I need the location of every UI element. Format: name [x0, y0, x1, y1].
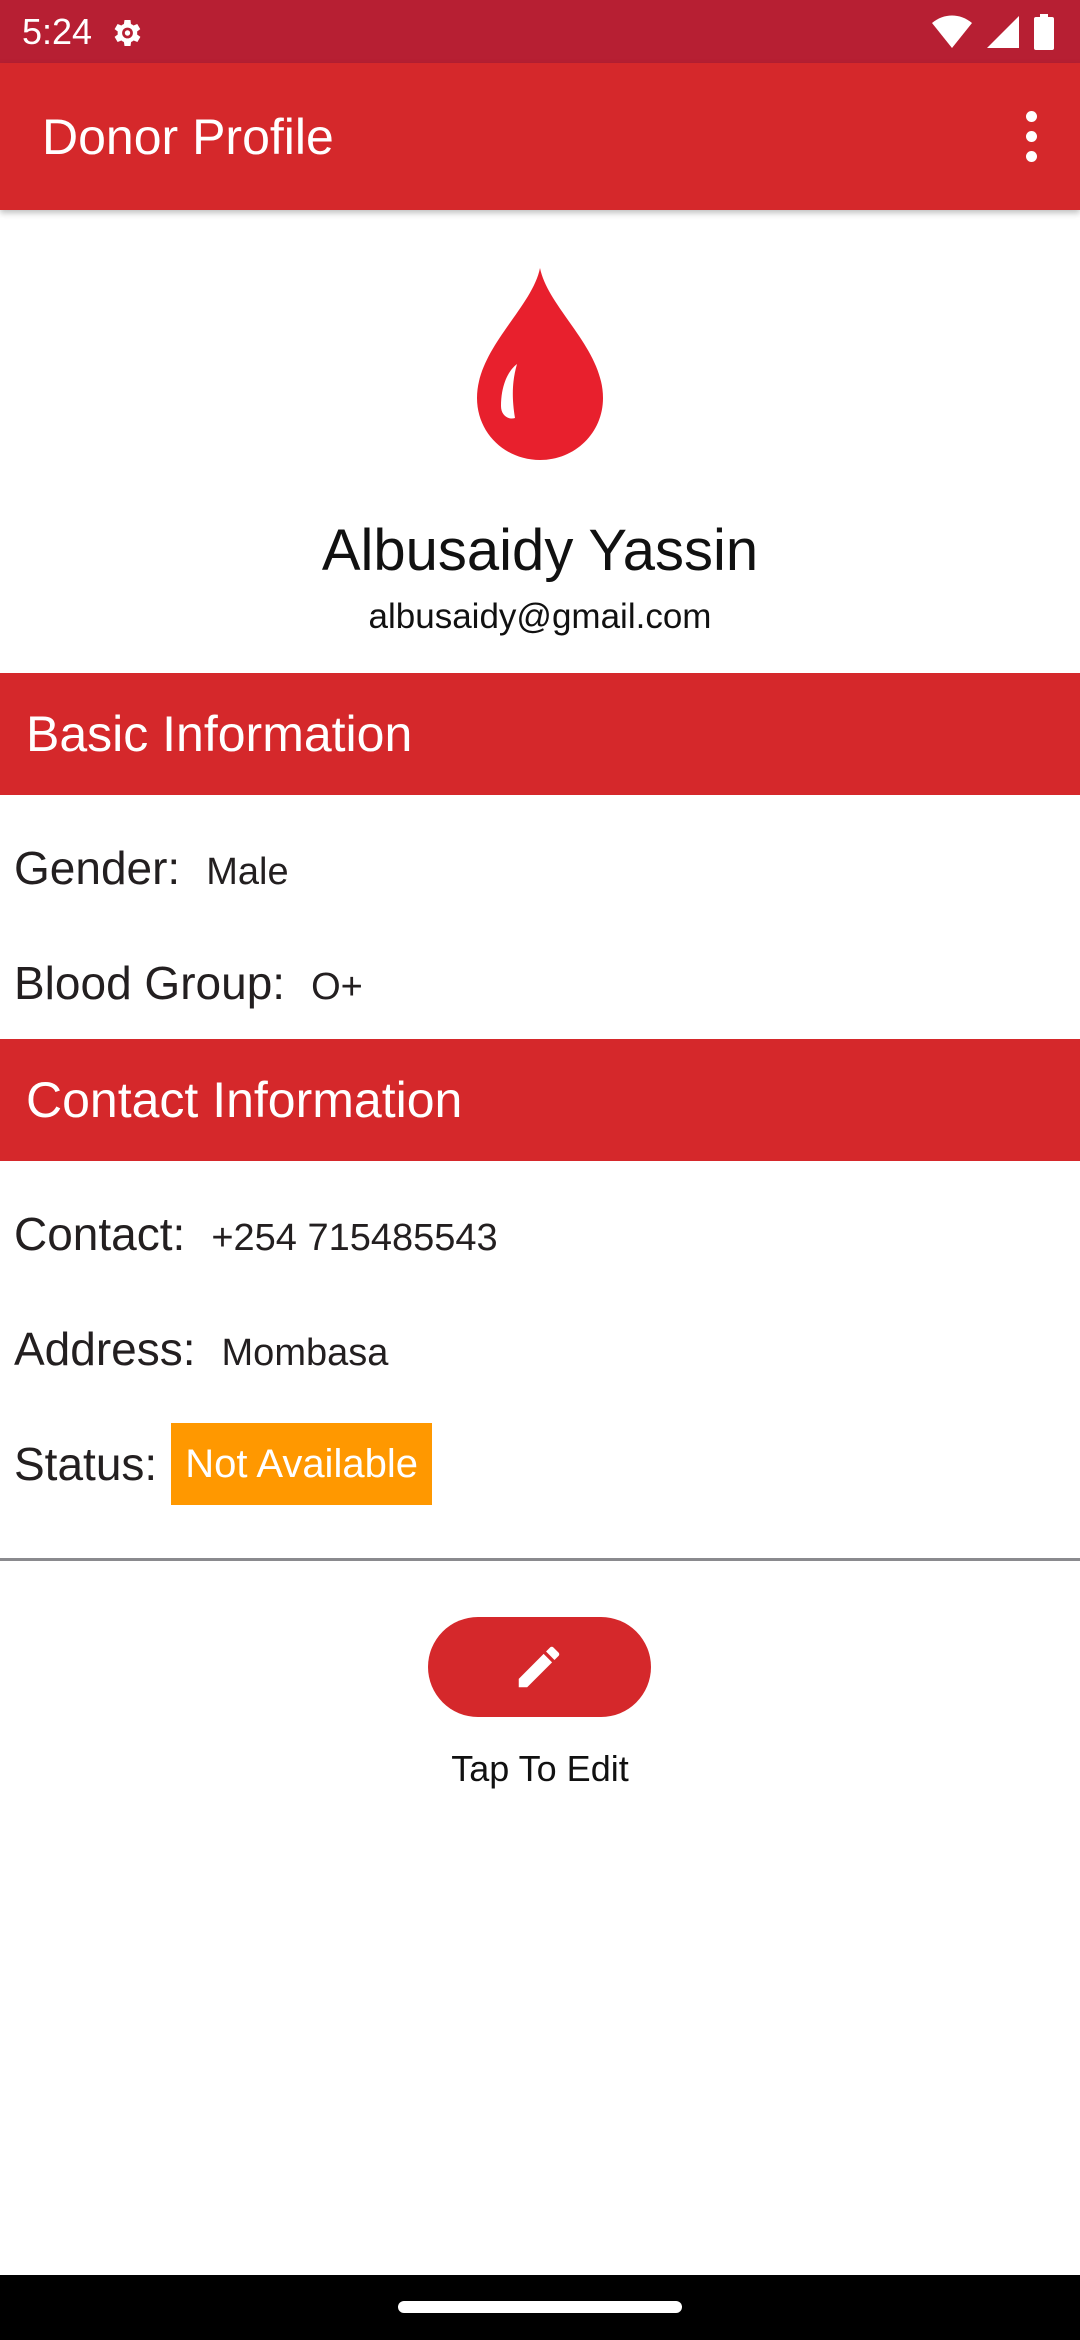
- blood-drop-icon: [477, 268, 603, 460]
- basic-information-title: Basic Information: [26, 706, 413, 762]
- donor-name: Albusaidy Yassin: [321, 518, 759, 583]
- more-vert-icon[interactable]: [984, 91, 1080, 183]
- donor-email: albusaidy@gmail.com: [368, 597, 712, 636]
- address-value: Mombasa: [221, 1332, 389, 1374]
- donor-profile-screen: 5:24 Donor Profile Albusaidy Yassin albu…: [0, 0, 1080, 2340]
- blood-group-value: O+: [311, 966, 363, 1008]
- status-badge: Not Available: [171, 1423, 432, 1505]
- wifi-icon: [932, 15, 972, 48]
- contact-information-header: Contact Information: [0, 1039, 1080, 1161]
- address-row: Address: Mombasa: [14, 1319, 388, 1379]
- edit-profile-button[interactable]: [428, 1617, 651, 1717]
- gender-row: Gender: Male: [14, 838, 289, 898]
- status-time: 5:24: [22, 11, 93, 52]
- contact-label: Contact:: [14, 1208, 186, 1260]
- status-label: Status:: [14, 1438, 158, 1490]
- address-label: Address:: [14, 1323, 196, 1375]
- contact-value: +254 715485543: [211, 1217, 498, 1259]
- edit-caption: Tap To Edit: [451, 1748, 629, 1789]
- basic-information-header: Basic Information: [0, 673, 1080, 795]
- status-icons: [932, 14, 1054, 50]
- settings-gear-icon: [114, 19, 141, 47]
- gender-value: Male: [206, 851, 289, 893]
- app-bar: Donor Profile: [0, 63, 1080, 210]
- blood-group-row: Blood Group: O+: [14, 953, 363, 1013]
- contact-row: Contact: +254 715485543: [14, 1204, 498, 1264]
- navigation-bar: [0, 2275, 1080, 2340]
- cellular-signal-icon: [987, 16, 1019, 48]
- blood-group-label: Blood Group:: [14, 957, 286, 1009]
- gender-label: Gender:: [14, 842, 181, 894]
- contact-information-title: Contact Information: [26, 1072, 463, 1128]
- battery-icon: [1034, 14, 1054, 50]
- status-bar: 5:24: [0, 0, 1080, 63]
- status-row: Status: Not Available: [14, 1422, 432, 1506]
- divider: [0, 1558, 1080, 1561]
- home-handle[interactable]: [398, 2301, 682, 2313]
- pencil-edit-icon: [518, 1646, 560, 1688]
- app-bar-title: Donor Profile: [42, 109, 334, 165]
